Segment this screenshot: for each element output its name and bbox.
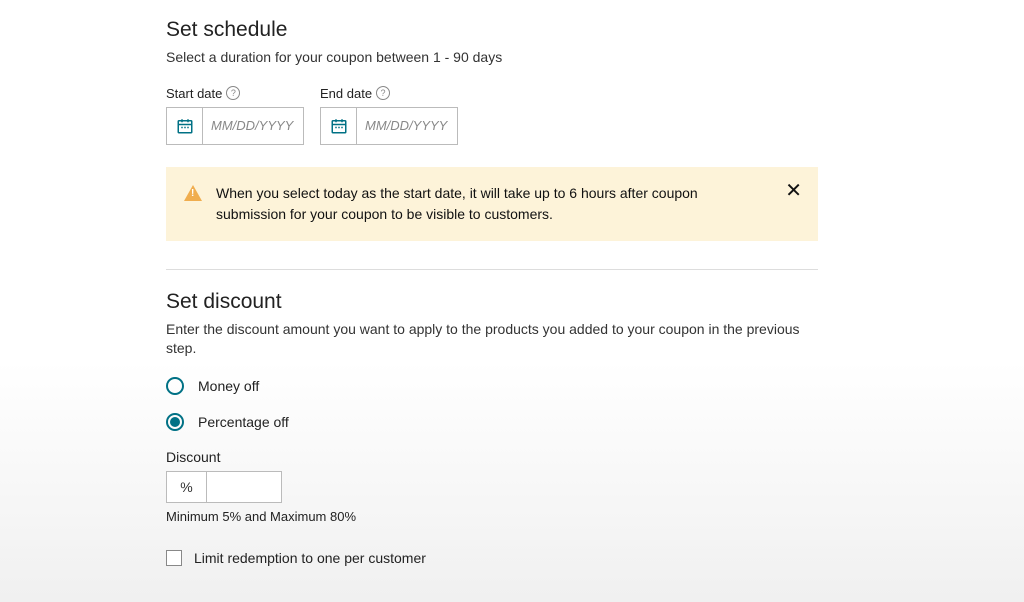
limit-redemption-label: Limit redemption to one per customer [194,550,426,566]
date-row: Start date ? End date ? [166,86,1024,145]
warning-icon [184,185,202,201]
checkbox-icon [166,550,182,566]
close-icon[interactable]: ✕ [785,181,802,201]
set-schedule-section: Set schedule Select a duration for your … [166,18,1024,241]
discount-input-wrap[interactable]: % [166,471,282,503]
money-off-label: Money off [198,378,259,394]
help-icon[interactable]: ? [226,86,240,100]
percent-symbol: % [167,472,207,502]
calendar-icon[interactable] [321,108,357,144]
percentage-off-radio[interactable]: Percentage off [166,413,1024,431]
warning-alert: When you select today as the start date,… [166,167,818,241]
start-date-label: Start date ? [166,86,304,101]
discount-heading: Set discount [166,290,1024,314]
schedule-subtext: Select a duration for your coupon betwee… [166,48,816,68]
limit-redemption-checkbox[interactable]: Limit redemption to one per customer [166,550,1024,566]
money-off-radio[interactable]: Money off [166,377,1024,395]
start-date-block: Start date ? [166,86,304,145]
end-date-input-wrap[interactable] [320,107,458,145]
end-date-input[interactable] [357,108,457,144]
section-divider [166,269,818,270]
start-date-input[interactable] [203,108,303,144]
end-date-label: End date ? [320,86,458,101]
end-date-block: End date ? [320,86,458,145]
help-icon[interactable]: ? [376,86,390,100]
radio-icon-selected [166,413,184,431]
discount-subtext: Enter the discount amount you want to ap… [166,320,816,359]
discount-amount-label: Discount [166,449,1024,465]
alert-text: When you select today as the start date,… [216,183,746,225]
schedule-heading: Set schedule [166,18,1024,42]
set-discount-section: Set discount Enter the discount amount y… [166,290,1024,566]
calendar-icon[interactable] [167,108,203,144]
discount-type-group: Money off Percentage off [166,377,1024,431]
radio-icon [166,377,184,395]
percentage-off-label: Percentage off [198,414,289,430]
start-date-input-wrap[interactable] [166,107,304,145]
discount-helper-text: Minimum 5% and Maximum 80% [166,509,1024,524]
discount-input[interactable] [207,472,281,502]
